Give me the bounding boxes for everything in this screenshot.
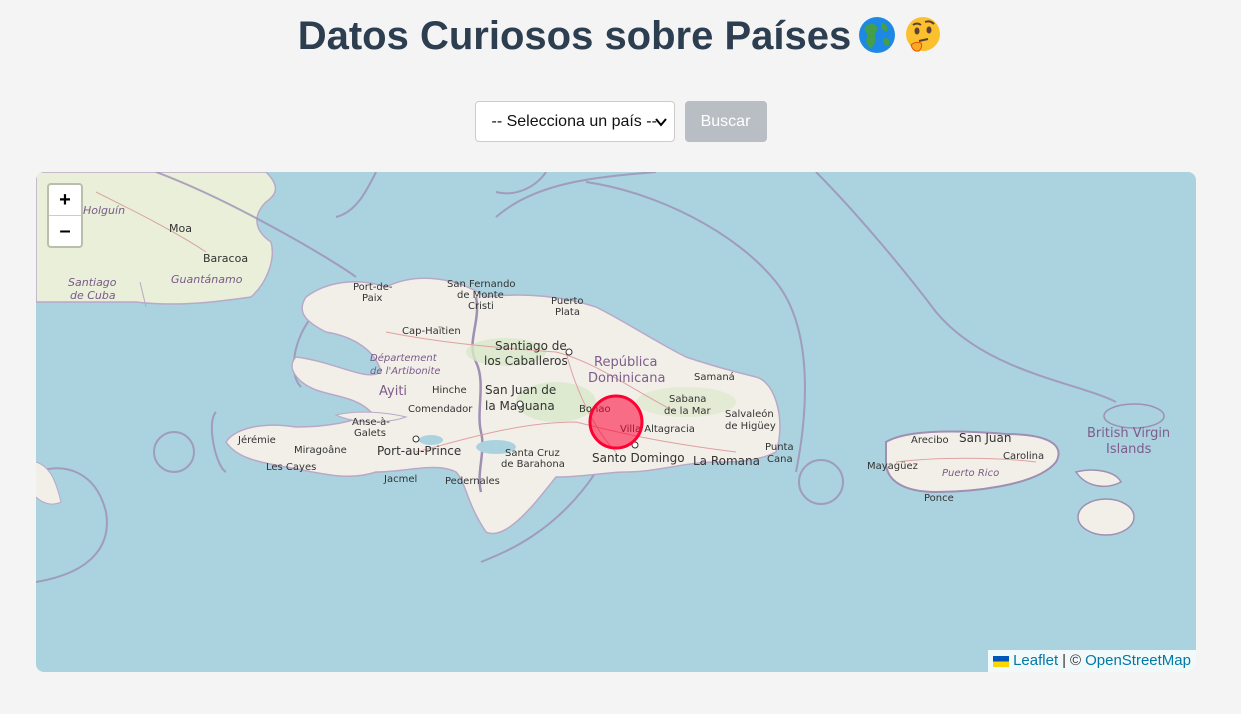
zoom-control: + – xyxy=(47,183,83,248)
label-santa-cruz: Santa Cruz xyxy=(505,448,560,459)
label-de-barahona: de Barahona xyxy=(501,459,565,470)
leaflet-link[interactable]: Leaflet xyxy=(1013,650,1058,672)
label-bvi-1: British Virgin xyxy=(1087,426,1170,441)
label-cristi: Cristi xyxy=(468,301,494,312)
label-puerto: Puerto xyxy=(551,296,584,307)
label-santo-domingo: Santo Domingo xyxy=(592,451,685,465)
label-port-de: Port-de- xyxy=(353,282,393,293)
map-container[interactable]: Holguín Moa Baracoa Santiago de Cuba Gua… xyxy=(36,172,1196,672)
label-carolina: Carolina xyxy=(1003,451,1044,462)
label-de-monte: de Monte xyxy=(457,290,504,301)
label-pedernales: Pedernales xyxy=(445,476,500,487)
label-san-fernando: San Fernando xyxy=(447,279,516,290)
label-los-caballeros: los Caballeros xyxy=(484,354,568,368)
label-plata: Plata xyxy=(555,307,580,318)
label-cana: Cana xyxy=(767,454,793,465)
label-comendador: Comendador xyxy=(408,404,473,415)
label-arecibo: Arecibo xyxy=(911,435,949,446)
label-baracoa: Baracoa xyxy=(203,252,248,265)
label-sabana: Sabana xyxy=(669,394,706,405)
label-punta: Punta xyxy=(765,442,794,453)
search-button[interactable]: Buscar xyxy=(684,101,767,142)
map-attribution: Leaflet | © OpenStreetMap xyxy=(988,650,1196,672)
label-galets: Galets xyxy=(354,428,386,439)
label-salvaleon: Salvaleón xyxy=(725,408,774,420)
label-san-juan: San Juan xyxy=(959,431,1012,445)
label-santiago: Santiago de xyxy=(495,339,567,353)
label-de-la-mar: de la Mar xyxy=(664,406,712,417)
openstreetmap-link[interactable]: OpenStreetMap xyxy=(1085,650,1191,672)
label-republica: República xyxy=(594,355,658,370)
label-santiago-de: Santiago xyxy=(68,276,117,289)
label-departement: Département xyxy=(370,352,438,364)
globe-americas-icon xyxy=(859,17,896,53)
label-ayiti: Ayiti xyxy=(379,384,407,399)
label-de-higuey: de Higüey xyxy=(725,421,776,432)
label-les-cayes: Les Cayes xyxy=(266,462,316,473)
label-anse-a: Anse-à- xyxy=(352,416,390,428)
label-paix: Paix xyxy=(362,293,382,304)
label-san-juan-de: San Juan de xyxy=(485,383,556,397)
ukraine-flag-icon xyxy=(993,655,1010,667)
label-artibonite: de l'Artibonite xyxy=(370,366,441,377)
label-puerto-rico: Puerto Rico xyxy=(942,468,999,479)
label-port-au-prince: Port-au-Prince xyxy=(377,444,461,458)
label-cap-haitien: Cap-Haïtien xyxy=(402,326,461,337)
label-la-romana: La Romana xyxy=(693,454,760,468)
thinking-face-icon xyxy=(906,17,941,52)
copyright-symbol: © xyxy=(1070,652,1082,669)
label-dominicana: Dominicana xyxy=(588,371,665,386)
controls-bar: -- Selecciona un país -- Buscar xyxy=(0,101,1241,142)
page-title: Datos Curiosos sobre Países xyxy=(0,14,1241,59)
map-tiles: Holguín Moa Baracoa Santiago de Cuba Gua… xyxy=(36,172,1170,583)
label-guantanamo: Guantánamo xyxy=(171,273,243,286)
label-hinche: Hinche xyxy=(432,385,467,396)
label-holguin: Holguín xyxy=(83,204,125,217)
label-mayaguez: Mayagüez xyxy=(867,461,918,472)
zoom-in-button[interactable]: + xyxy=(49,185,81,215)
country-marker[interactable] xyxy=(588,394,644,450)
zoom-out-button[interactable]: – xyxy=(49,215,81,246)
label-bvi-2: Islands xyxy=(1106,442,1152,457)
label-moa: Moa xyxy=(169,222,192,235)
label-samana: Samaná xyxy=(694,371,735,383)
label-miragoane: Miragoâne xyxy=(294,444,347,456)
page-title-text: Datos Curiosos sobre Países xyxy=(297,14,852,58)
label-jacmel: Jacmel xyxy=(383,474,417,485)
country-select[interactable]: -- Selecciona un país -- xyxy=(474,101,675,142)
label-de-cuba: de Cuba xyxy=(70,289,116,302)
country-select-value: -- Selecciona un país -- xyxy=(491,112,657,130)
attribution-separator: | xyxy=(1062,652,1067,669)
chevron-down-icon xyxy=(654,118,667,127)
label-jeremie: Jérémie xyxy=(237,434,276,446)
label-ponce: Ponce xyxy=(924,493,954,504)
